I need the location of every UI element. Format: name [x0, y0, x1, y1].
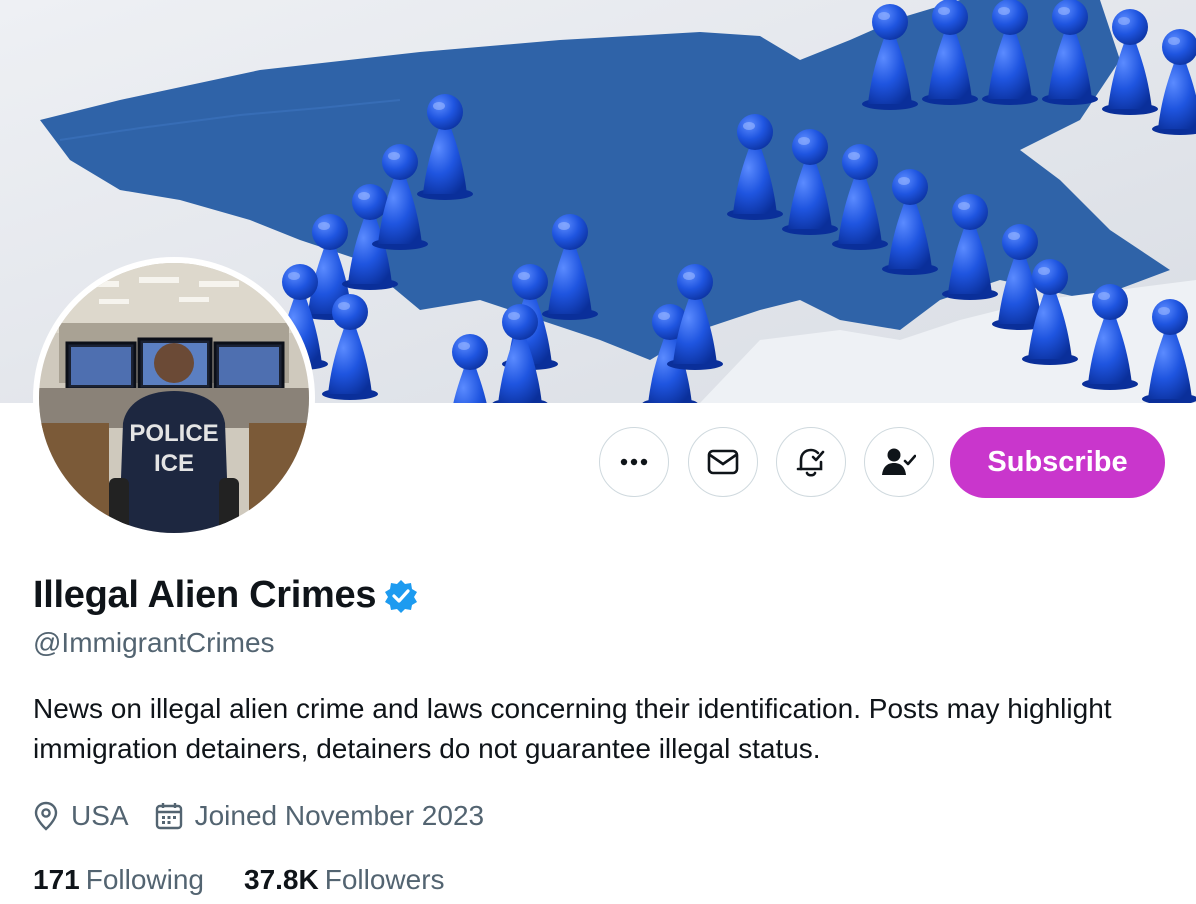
following-button[interactable]	[864, 427, 934, 497]
more-icon	[620, 458, 648, 466]
verified-badge-icon[interactable]	[384, 579, 418, 613]
followers-link[interactable]: 37.8K Followers	[244, 864, 445, 896]
subscribe-button[interactable]: Subscribe	[950, 427, 1165, 498]
notifications-button[interactable]	[776, 427, 846, 497]
calendar-icon	[155, 803, 182, 830]
mail-icon	[707, 449, 739, 475]
profile-handle: @ImmigrantCrimes	[33, 627, 275, 658]
location-pin-icon	[34, 801, 58, 831]
profile-stats: 171 Following 37.8K Followers	[33, 864, 485, 896]
message-button[interactable]	[688, 427, 758, 497]
profile-name-row: Illegal Alien Crimes	[33, 574, 418, 617]
profile-name: Illegal Alien Crimes	[33, 574, 377, 616]
location-item: USA	[33, 800, 129, 832]
more-button[interactable]	[599, 427, 669, 497]
vest-text-line1: POLICE	[129, 420, 218, 447]
following-link[interactable]: 171 Following	[33, 864, 204, 896]
bell-icon	[796, 448, 825, 477]
profile-meta: USA Joined November 2023	[33, 796, 510, 836]
joined-text: Joined November 2023	[194, 800, 485, 831]
following-label: Following	[85, 864, 204, 895]
person-check-icon	[882, 448, 916, 475]
followers-label: Followers	[324, 864, 445, 895]
vest-text-line2: ICE	[154, 450, 194, 477]
profile-avatar[interactable]: POLICE ICE	[33, 257, 315, 539]
followers-count: 37.8K	[244, 864, 319, 895]
following-count: 171	[33, 864, 80, 895]
joined-item: Joined November 2023	[155, 800, 485, 832]
location-text: USA	[71, 800, 129, 831]
avatar-image: POLICE ICE	[39, 263, 309, 533]
profile-bio: News on illegal alien crime and laws con…	[33, 693, 1112, 764]
